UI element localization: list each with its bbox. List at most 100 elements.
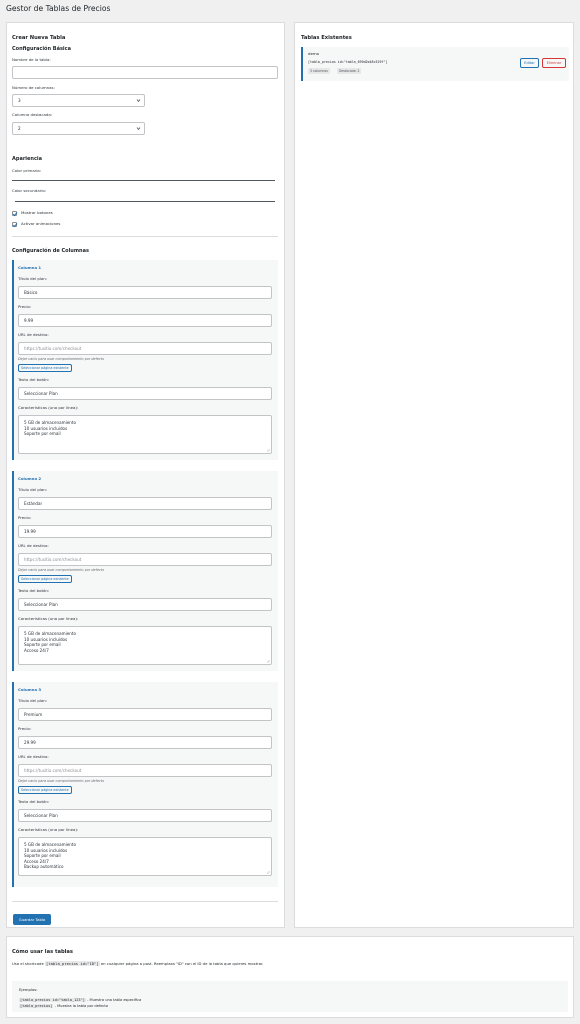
basic-config-heading: Configuración Básica bbox=[12, 46, 71, 52]
examples-label: Ejemplos: bbox=[19, 987, 38, 992]
select-page-button[interactable]: Seleccionar página existente bbox=[18, 364, 72, 372]
features-textarea[interactable]: 5 GB de almacenamiento 10 usuarios inclu… bbox=[18, 415, 272, 454]
usage-help-panel: Cómo usar las tablas Usa el shortcode [t… bbox=[6, 936, 574, 1018]
feature-line: Acceso 24/7 bbox=[24, 647, 49, 653]
edit-table-button[interactable]: Editar bbox=[520, 58, 539, 68]
num-columns-value: 3 bbox=[18, 98, 21, 103]
primary-color-label: Color primario: bbox=[12, 168, 42, 173]
chevron-down-icon bbox=[136, 99, 141, 103]
delete-table-button[interactable]: Eliminar bbox=[542, 58, 566, 68]
url-input[interactable]: https://tusitio.com/checkout bbox=[18, 342, 272, 355]
num-columns-label: Número de columnas: bbox=[12, 85, 55, 90]
plan-title-label: Título del plan: bbox=[18, 487, 48, 492]
example-description: - Muestra la tabla por defecto bbox=[54, 1004, 108, 1008]
select-page-button[interactable]: Seleccionar página existente bbox=[18, 575, 72, 583]
column-3-config: Columna 3 Título del plan: Premium Preci… bbox=[12, 682, 278, 887]
shortcode-example: [tabla_precios] bbox=[19, 1004, 54, 1008]
example-line: [tabla_precios id="tabla_123"] - Muestra… bbox=[19, 998, 141, 1002]
featured-column-select[interactable]: 2 bbox=[12, 122, 145, 135]
table-name-input[interactable] bbox=[12, 66, 278, 79]
features-textarea[interactable]: 5 GB de almacenamiento 10 usuarios inclu… bbox=[18, 626, 272, 665]
primary-color-picker[interactable] bbox=[12, 180, 275, 181]
featured-column-value: 2 bbox=[18, 126, 21, 131]
existing-tables-panel: Tablas Existentes demo [tabla_precios id… bbox=[294, 22, 574, 928]
secondary-color-picker[interactable] bbox=[15, 201, 275, 202]
price-label: Precio: bbox=[18, 726, 32, 731]
url-label: URL de destino: bbox=[18, 332, 49, 337]
button-text-input[interactable]: Seleccionar Plan bbox=[18, 387, 272, 400]
plan-title-input[interactable]: Básico bbox=[18, 286, 272, 299]
usage-help-heading: Cómo usar las tablas bbox=[12, 949, 74, 955]
table-shortcode: [tabla_precios id="tabla_699d2b48c529f"] bbox=[308, 60, 388, 64]
columns-count-badge: 3 columnas bbox=[308, 68, 330, 74]
features-textarea[interactable]: 5 GB de almacenamiento 10 usuarios inclu… bbox=[18, 837, 272, 876]
save-table-button[interactable]: Guardar Tabla bbox=[13, 914, 51, 925]
animations-checkbox[interactable] bbox=[12, 222, 18, 228]
price-input[interactable]: 9.99 bbox=[18, 314, 272, 327]
url-input[interactable]: https://tusitio.com/checkout bbox=[18, 764, 272, 777]
column-title: Columna 2 bbox=[18, 476, 42, 481]
shortcode-example: [tabla_precios id="ID"] bbox=[45, 961, 100, 966]
usage-intro-text: Usa el shortcode bbox=[12, 961, 44, 966]
resize-handle-icon[interactable] bbox=[266, 448, 270, 452]
shortcode-example: [tabla_precios id="tabla_123"] bbox=[19, 998, 86, 1002]
appearance-heading: Apariencia bbox=[12, 156, 43, 162]
price-label: Precio: bbox=[18, 304, 32, 309]
url-hint: Dejar vacío para usar comportamiento por… bbox=[18, 357, 105, 361]
url-hint: Dejar vacío para usar comportamiento por… bbox=[18, 779, 105, 783]
features-label: Características (una por línea): bbox=[18, 616, 79, 621]
select-page-button[interactable]: Seleccionar página existente bbox=[18, 786, 72, 794]
secondary-color-label: Color secundario: bbox=[12, 188, 47, 193]
show-buttons-label: Mostrar botones bbox=[21, 210, 53, 215]
feature-line: Backup automático bbox=[24, 864, 64, 870]
column-title: Columna 3 bbox=[18, 687, 42, 692]
usage-intro: Usa el shortcode [tabla_precios id="ID"]… bbox=[12, 961, 264, 967]
button-text-label: Texto del botón: bbox=[18, 799, 50, 804]
usage-intro-text: en cualquier página o post. Reemplaza "I… bbox=[100, 961, 264, 966]
url-hint: Dejar vacío para usar comportamiento por… bbox=[18, 568, 105, 572]
check-icon bbox=[12, 223, 18, 228]
price-label: Precio: bbox=[18, 515, 32, 520]
plan-title-label: Título del plan: bbox=[18, 276, 48, 281]
plan-title-input[interactable]: Premium bbox=[18, 708, 272, 721]
check-icon bbox=[12, 212, 18, 217]
table-name: demo bbox=[308, 51, 320, 56]
page-title: Gestor de Tablas de Precios bbox=[6, 4, 111, 13]
button-text-label: Texto del botón: bbox=[18, 588, 50, 593]
section-divider bbox=[12, 236, 278, 237]
plan-title-label: Título del plan: bbox=[18, 698, 48, 703]
create-table-panel: Crear Nueva Tabla Configuración Básica N… bbox=[6, 22, 285, 928]
features-label: Características (una por línea): bbox=[18, 405, 79, 410]
url-input[interactable]: https://tusitio.com/checkout bbox=[18, 553, 272, 566]
price-input[interactable]: 29.99 bbox=[18, 736, 272, 749]
num-columns-select[interactable]: 3 bbox=[12, 94, 145, 107]
example-line: [tabla_precios] - Muestra la tabla por d… bbox=[19, 1004, 108, 1008]
example-description: - Muestra una tabla específica bbox=[87, 998, 142, 1002]
create-table-heading: Crear Nueva Tabla bbox=[12, 35, 66, 41]
button-text-label: Texto del botón: bbox=[18, 377, 50, 382]
features-label: Características (una por línea): bbox=[18, 827, 79, 832]
url-label: URL de destino: bbox=[18, 543, 49, 548]
chevron-down-icon bbox=[136, 127, 141, 131]
plan-title-input[interactable]: Estándar bbox=[18, 497, 272, 510]
button-text-input[interactable]: Seleccionar Plan bbox=[18, 809, 272, 822]
examples-box: Ejemplos: [tabla_precios id="tabla_123"]… bbox=[12, 981, 568, 1012]
url-label: URL de destino: bbox=[18, 754, 49, 759]
table-list-item: demo [tabla_precios id="tabla_699d2b48c5… bbox=[301, 47, 569, 81]
price-input[interactable]: 19.99 bbox=[18, 525, 272, 538]
section-divider bbox=[12, 901, 278, 902]
column-1-config: Columna 1 Título del plan: Básico Precio… bbox=[12, 260, 278, 460]
resize-handle-icon[interactable] bbox=[266, 870, 270, 874]
feature-line: Soporte por email bbox=[24, 431, 61, 437]
animations-label: Activar animaciones bbox=[21, 221, 61, 226]
columns-config-heading: Configuración de Columnas bbox=[12, 248, 89, 254]
table-name-label: Nombre de la tabla: bbox=[12, 57, 51, 62]
column-title: Columna 1 bbox=[18, 265, 42, 270]
show-buttons-checkbox[interactable] bbox=[12, 211, 18, 217]
resize-handle-icon[interactable] bbox=[266, 659, 270, 663]
existing-tables-heading: Tablas Existentes bbox=[301, 35, 352, 41]
column-2-config: Columna 2 Título del plan: Estándar Prec… bbox=[12, 471, 278, 671]
featured-column-badge: Destacada: 2 bbox=[337, 68, 362, 74]
button-text-input[interactable]: Seleccionar Plan bbox=[18, 598, 272, 611]
featured-column-label: Columna destacada: bbox=[12, 112, 53, 117]
